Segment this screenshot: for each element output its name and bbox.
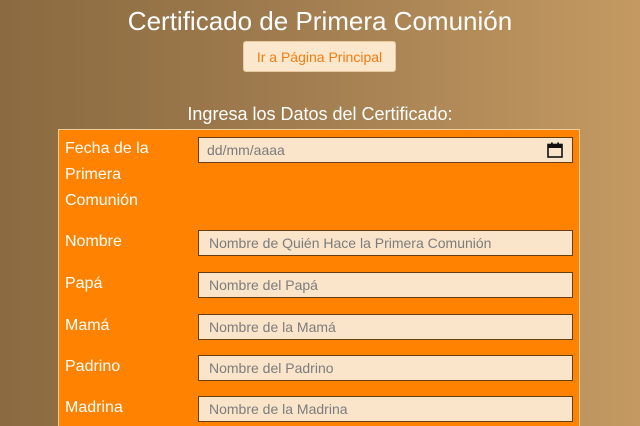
home-page-button[interactable]: Ir a Página Principal xyxy=(243,41,396,72)
godfather-field-label: Padrino xyxy=(65,358,121,375)
name-field[interactable] xyxy=(198,230,573,256)
name-field-label: Nombre xyxy=(65,233,122,250)
section-title: Ingresa los Datos del Certificado: xyxy=(187,104,453,124)
date-field-placeholder: dd/mm/aaaa xyxy=(207,142,285,158)
father-field-label: Papá xyxy=(65,275,103,292)
mother-field-label: Mamá xyxy=(65,317,110,334)
date-field-label: Fecha de la Primera Comunión xyxy=(65,140,149,209)
page-title: Certificado de Primera Comunión xyxy=(127,6,513,36)
certificate-form: Fecha de la Primera Comunión dd/mm/aaaa … xyxy=(58,129,580,426)
father-field[interactable] xyxy=(198,272,573,298)
godmother-field[interactable] xyxy=(198,396,573,422)
mother-field[interactable] xyxy=(198,314,573,340)
date-field[interactable]: dd/mm/aaaa xyxy=(198,137,573,163)
godmother-field-label: Madrina xyxy=(65,399,123,416)
calendar-icon[interactable] xyxy=(546,141,564,159)
godfather-field[interactable] xyxy=(198,355,573,381)
